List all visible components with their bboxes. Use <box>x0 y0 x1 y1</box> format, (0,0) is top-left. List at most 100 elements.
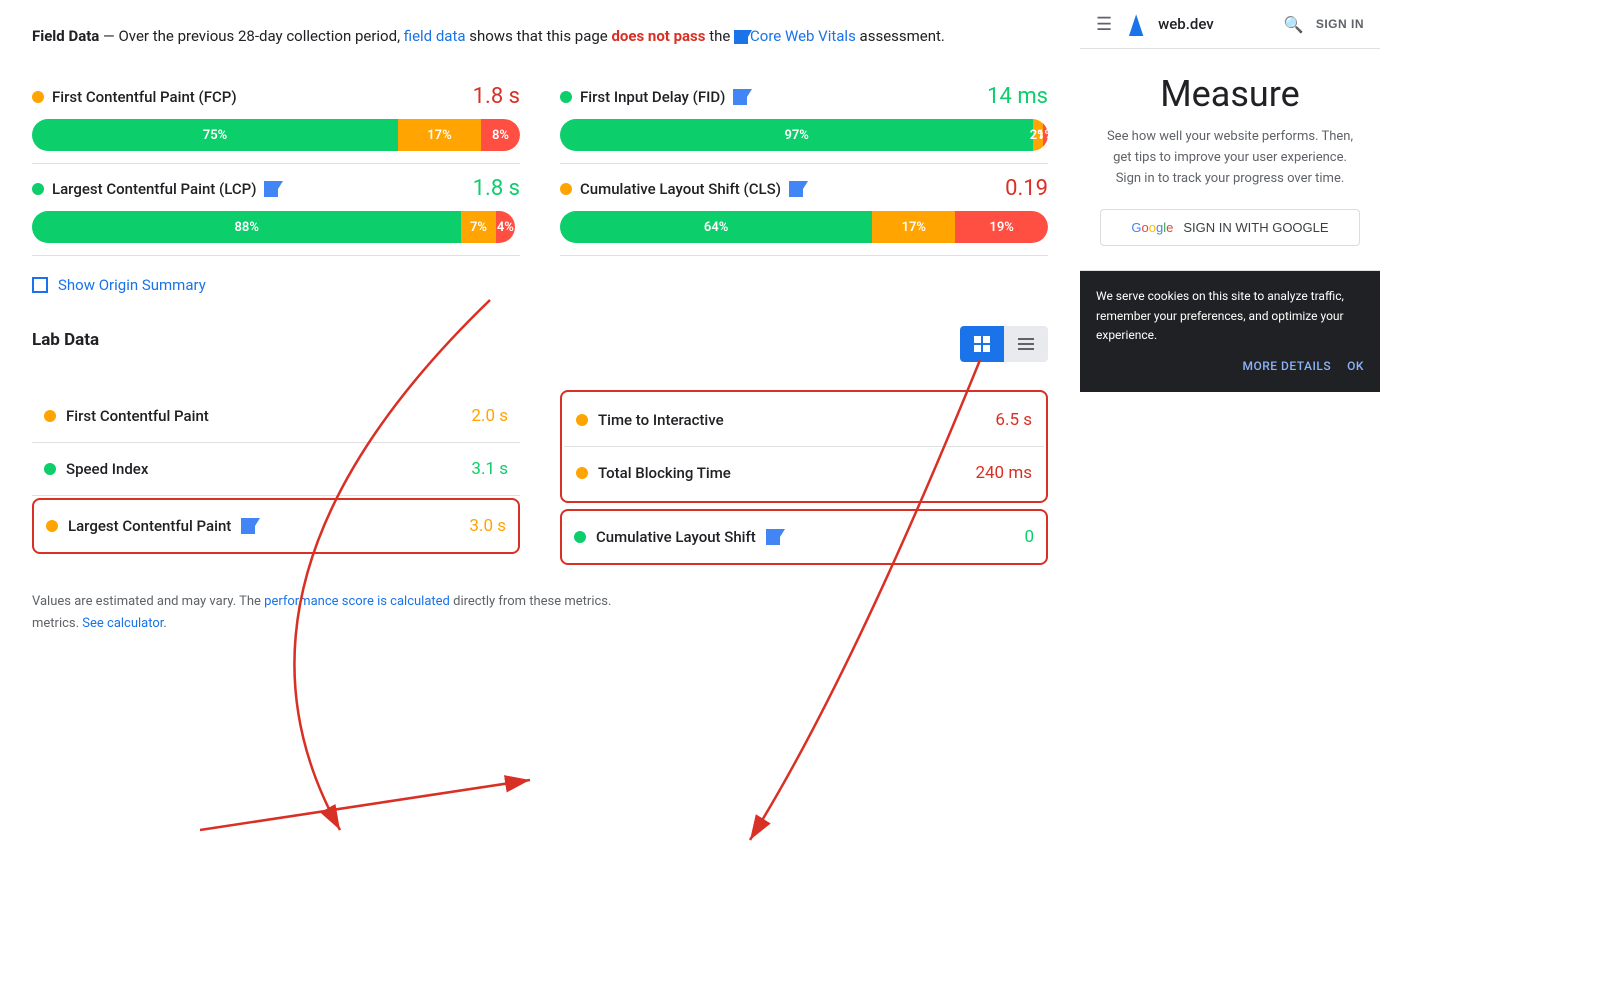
webdev-logo: web.dev <box>1124 12 1214 36</box>
field-metrics-right: First Input Delay (FID) 14 ms 97% 2% 1% <box>560 72 1048 256</box>
perf-score-link[interactable]: performance score is calculated <box>264 594 450 609</box>
toggle-group <box>960 326 1048 362</box>
field-data-header: Field Data — Over the previous 28-day co… <box>32 24 1048 48</box>
lab-cls-dot <box>574 531 586 543</box>
logo-icon <box>1124 12 1148 36</box>
lab-grid: First Contentful Paint 2.0 s Speed Index… <box>32 390 1048 567</box>
origin-summary-checkbox[interactable] <box>32 277 48 293</box>
cls-title: Cumulative Layout Shift (CLS) <box>560 180 803 198</box>
footer-text1: Values are estimated and may vary. The <box>32 594 264 609</box>
lab-si-dot <box>44 463 56 475</box>
footer-metrics-label: metrics. <box>32 616 82 631</box>
main-content: Field Data — Over the previous 28-day co… <box>0 0 1080 1000</box>
measure-card: Measure See how well your website perfor… <box>1080 49 1380 271</box>
cls-bar-orange: 17% <box>872 211 955 243</box>
lcp-card: Largest Contentful Paint (LCP) 1.8 s 88%… <box>32 164 520 256</box>
signin-button[interactable]: SIGN IN <box>1316 17 1364 31</box>
field-metrics-left: First Contentful Paint (FCP) 1.8 s 75% 1… <box>32 72 520 256</box>
header-desc3: the <box>705 27 734 45</box>
lab-right-col: Time to Interactive 6.5 s Total Blocking… <box>560 390 1048 567</box>
fcp-card: First Contentful Paint (FCP) 1.8 s 75% 1… <box>32 72 520 164</box>
cookie-text: We serve cookies on this site to analyze… <box>1096 287 1364 345</box>
lcp-flag-icon <box>264 181 278 197</box>
lab-lcp-row: Largest Contentful Paint 3.0 s <box>32 498 520 554</box>
fid-title: First Input Delay (FID) <box>560 88 747 106</box>
topbar-right: 🔍 SIGN IN <box>1284 15 1364 34</box>
fcp-dot <box>32 91 44 103</box>
search-icon[interactable]: 🔍 <box>1284 15 1304 34</box>
lab-tti-dot <box>576 414 588 426</box>
lab-lcp-value: 3.0 s <box>469 516 506 536</box>
measure-desc: See how well your website performs. Then… <box>1100 127 1360 189</box>
cookie-banner: We serve cookies on this site to analyze… <box>1080 271 1380 392</box>
lcp-bar-red: 4% <box>496 211 516 243</box>
fcp-bar-orange: 17% <box>398 119 481 151</box>
lcp-bar-green: 88% <box>32 211 461 243</box>
lab-si-left: Speed Index <box>44 460 148 478</box>
toggle-grid-btn[interactable] <box>960 326 1004 362</box>
lab-cls-row: Cumulative Layout Shift 0 <box>560 509 1048 565</box>
origin-summary-row[interactable]: Show Origin Summary <box>32 276 1048 294</box>
header-desc4: assessment. <box>856 27 945 45</box>
topbar-left: ☰ web.dev <box>1096 12 1214 36</box>
fcp-bar-red: 8% <box>481 119 520 151</box>
lab-tti-left: Time to Interactive <box>576 411 724 429</box>
logo-text: web.dev <box>1158 15 1214 33</box>
lab-si-value: 3.1 s <box>471 459 508 479</box>
header-desc1: — Over the previous 28-day collection pe… <box>99 27 403 45</box>
footer-text2: directly from these metrics. <box>450 594 612 609</box>
footer-period: . <box>163 616 166 631</box>
fid-bar: 97% 2% 1% <box>560 119 1048 151</box>
header-desc2: shows that this page <box>466 27 612 45</box>
lab-fcp-dot <box>44 410 56 422</box>
lcp-title: Largest Contentful Paint (LCP) <box>32 180 278 198</box>
lab-si-row: Speed Index 3.1 s <box>32 443 520 496</box>
cls-bar-green: 64% <box>560 211 872 243</box>
cookie-actions: MORE DETAILS OK <box>1096 357 1364 376</box>
fcp-bar-green: 75% <box>32 119 398 151</box>
calculator-link[interactable]: See calculator <box>82 616 163 631</box>
lab-lcp-dot <box>46 520 58 532</box>
lab-cls-flag-icon <box>766 529 780 545</box>
fid-flag-icon <box>733 89 747 105</box>
lab-tbt-row: Total Blocking Time 240 ms <box>564 447 1044 499</box>
cls-card: Cumulative Layout Shift (CLS) 0.19 64% 1… <box>560 164 1048 256</box>
cls-dot <box>560 183 572 195</box>
lab-tti-row: Time to Interactive 6.5 s <box>564 394 1044 447</box>
does-not-pass: does not pass <box>611 27 705 45</box>
lcp-dot <box>32 183 44 195</box>
cls-flag-icon <box>789 181 803 197</box>
fid-card: First Input Delay (FID) 14 ms 97% 2% 1% <box>560 72 1048 164</box>
lab-lcp-left: Largest Contentful Paint <box>46 517 255 535</box>
toggle-list-btn[interactable] <box>1004 326 1048 362</box>
lab-tti-tbt-group: Time to Interactive 6.5 s Total Blocking… <box>560 390 1048 503</box>
lab-tbt-value: 240 ms <box>975 463 1032 483</box>
cookie-more-details-link[interactable]: MORE DETAILS <box>1242 357 1331 376</box>
lab-left-col: First Contentful Paint 2.0 s Speed Index… <box>32 390 520 567</box>
cls-bar: 64% 17% 19% <box>560 211 1048 243</box>
measure-title: Measure <box>1100 73 1360 115</box>
hamburger-icon[interactable]: ☰ <box>1096 14 1112 35</box>
google-g-icon: Google <box>1131 220 1173 235</box>
fid-value: 14 ms <box>987 84 1048 109</box>
fid-dot <box>560 91 572 103</box>
cls-value: 0.19 <box>1005 176 1048 201</box>
lab-tti-value: 6.5 s <box>995 410 1032 430</box>
cls-bar-red: 19% <box>955 211 1048 243</box>
field-metrics-grid: First Contentful Paint (FCP) 1.8 s 75% 1… <box>32 72 1048 256</box>
lcp-value: 1.8 s <box>473 176 520 201</box>
lab-fcp-row: First Contentful Paint 2.0 s <box>32 390 520 443</box>
grid-icon <box>974 336 990 352</box>
lab-tbt-left: Total Blocking Time <box>576 464 731 482</box>
fcp-value: 1.8 s <box>473 84 520 109</box>
fid-bar-red: 1% <box>1043 119 1048 151</box>
lab-fcp-left: First Contentful Paint <box>44 407 209 425</box>
webdev-topbar: ☰ web.dev 🔍 SIGN IN <box>1080 0 1380 49</box>
lab-fcp-value: 2.0 s <box>471 406 508 426</box>
google-signin-button[interactable]: Google SIGN IN WITH GOOGLE <box>1100 209 1360 246</box>
field-data-link[interactable]: field data <box>404 27 466 45</box>
cwv-link[interactable]: Core Web Vitals <box>750 27 856 45</box>
fcp-title: First Contentful Paint (FCP) <box>32 88 237 106</box>
cookie-ok-link[interactable]: OK <box>1347 357 1364 376</box>
lab-data-title: Lab Data <box>32 330 99 350</box>
